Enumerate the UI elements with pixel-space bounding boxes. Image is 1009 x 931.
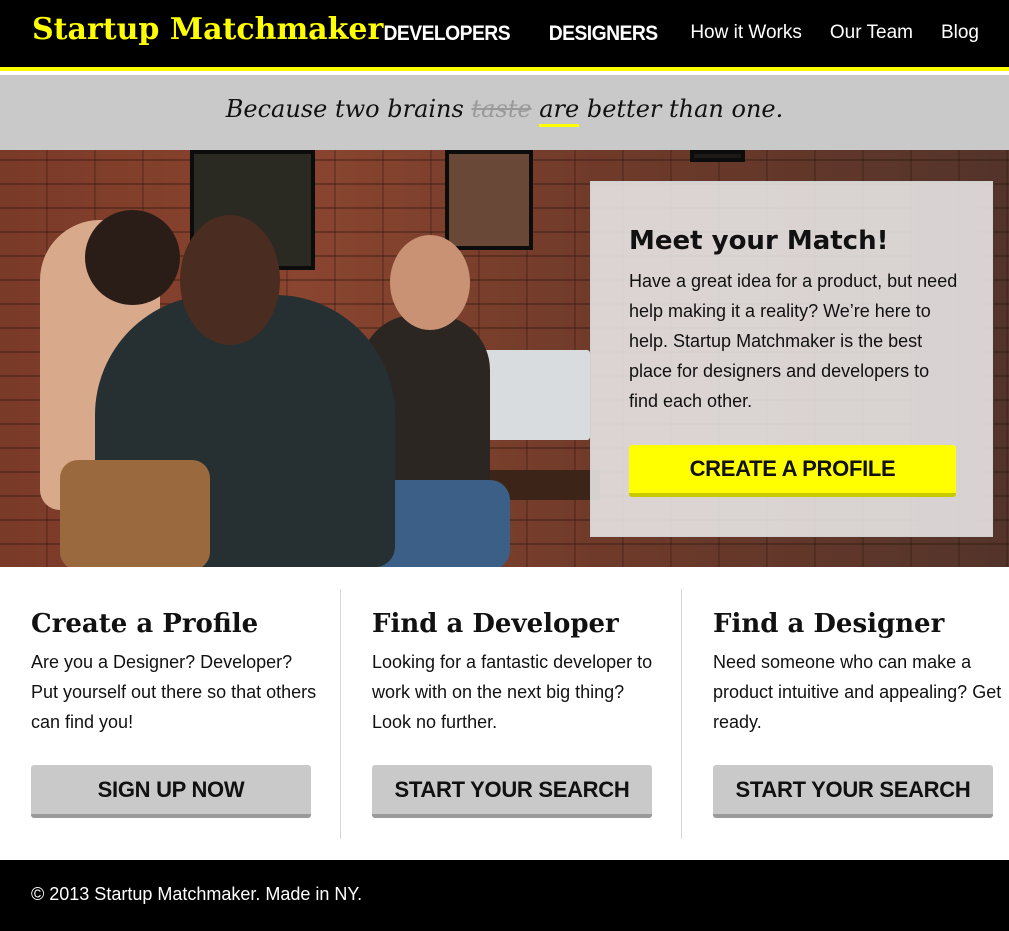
footer-copyright: © 2013 Startup Matchmaker. Made in NY.: [31, 884, 363, 904]
tagline: Because two brains taste are better than…: [0, 95, 1009, 127]
tagline-before: Because two brains: [225, 95, 472, 123]
chair: [60, 460, 210, 567]
tagline-after: better than one.: [579, 95, 784, 123]
feature-title: Create a Profile: [31, 609, 259, 639]
nav-how-it-works[interactable]: How it Works: [690, 22, 802, 46]
site-logo[interactable]: Startup Matchmaker: [32, 12, 383, 47]
sign-up-button[interactable]: SIGN UP NOW: [31, 765, 311, 818]
nav-designers[interactable]: DESIGNERS: [549, 22, 658, 46]
feature-title: Find a Developer: [372, 609, 619, 639]
feature-find-designer: Find a Designer Need someone who can mak…: [682, 567, 1009, 860]
hero-body: Have a great idea for a product, but nee…: [629, 271, 958, 411]
feature-body: Need someone who can make a product intu…: [713, 652, 1002, 732]
site-header: Startup Matchmaker DEVELOPERS DESIGNERS …: [0, 0, 1009, 71]
site-footer: © 2013 Startup Matchmaker. Made in NY.: [0, 860, 1009, 931]
feature-body: Looking for a fantastic developer to wor…: [372, 652, 653, 732]
wall-art-frame: [690, 150, 745, 162]
wall-art-frame: [445, 150, 533, 250]
tagline-bar: Because two brains taste are better than…: [0, 75, 1009, 150]
nav-developers[interactable]: DEVELOPERS: [384, 22, 511, 46]
nav-blog[interactable]: Blog: [941, 22, 979, 46]
person-man-center-head: [180, 215, 280, 345]
person-woman-head: [85, 210, 180, 305]
person-man-right-head: [390, 235, 470, 330]
feature-create-profile: Create a Profile Are you a Designer? Dev…: [0, 567, 341, 860]
create-profile-button[interactable]: CREATE A PROFILE: [629, 445, 956, 497]
hero-card: Meet your Match! Have a great idea for a…: [590, 181, 993, 537]
feature-body: Are you a Designer? Developer? Put yours…: [31, 652, 317, 732]
feature-columns: Create a Profile Are you a Designer? Dev…: [0, 567, 1009, 860]
feature-title: Find a Designer: [713, 609, 945, 639]
hero-title: Meet your Match!: [629, 226, 889, 256]
search-designers-button[interactable]: START YOUR SEARCH: [713, 765, 993, 818]
search-developers-button[interactable]: START YOUR SEARCH: [372, 765, 652, 818]
nav-our-team[interactable]: Our Team: [830, 22, 913, 46]
tagline-accent-word: are: [539, 95, 580, 127]
hero-section: Meet your Match! Have a great idea for a…: [0, 150, 1009, 567]
main-nav: DEVELOPERS DESIGNERS How it Works Our Te…: [378, 22, 979, 46]
tagline-struck-word: taste: [471, 95, 532, 123]
feature-find-developer: Find a Developer Looking for a fantastic…: [341, 567, 682, 860]
